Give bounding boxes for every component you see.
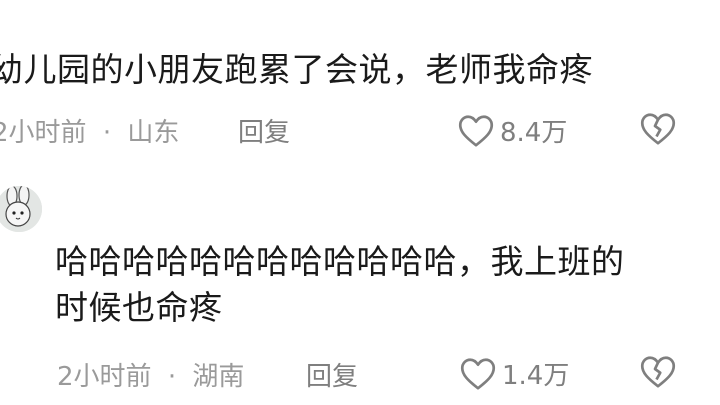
broken-heart-icon: [640, 355, 676, 389]
comment-2-dislike-button[interactable]: [640, 355, 676, 389]
heart-outline-icon: [460, 357, 496, 391]
meta-separator: ·: [167, 362, 177, 392]
comment-2-text-line-2: 时候也命疼: [55, 288, 223, 327]
comment-1-meta: 2小时前 · 山东: [0, 112, 179, 149]
comment-2-location: 湖南: [192, 362, 245, 392]
comment-1-text: 幼儿园的小朋友跑累了会说，老师我命疼: [0, 50, 593, 89]
avatar[interactable]: [0, 186, 42, 232]
broken-heart-icon: [640, 112, 676, 146]
comment-1-reply-button[interactable]: 回复: [238, 112, 290, 149]
comment-1-like-button[interactable]: 8.4万: [458, 112, 567, 149]
comment-2-like-button[interactable]: 1.4万: [460, 355, 569, 392]
comment-1-location: 山东: [127, 118, 180, 148]
comment-2-text-line-1: 哈哈哈哈哈哈哈哈哈哈哈哈，我上班的: [55, 242, 625, 281]
comment-1-time: 2小时前: [0, 118, 87, 148]
comment-1-like-count: 8.4万: [500, 118, 568, 148]
comment-2-meta: 2小时前 · 湖南: [57, 356, 244, 393]
heart-outline-icon: [458, 114, 494, 148]
comment-2-time: 2小时前: [57, 362, 152, 392]
comment-2-like-count: 1.4万: [502, 361, 570, 391]
comment-2-reply-button[interactable]: 回复: [306, 356, 358, 393]
comment-1-dislike-button[interactable]: [640, 112, 676, 146]
meta-separator: ·: [102, 118, 112, 148]
